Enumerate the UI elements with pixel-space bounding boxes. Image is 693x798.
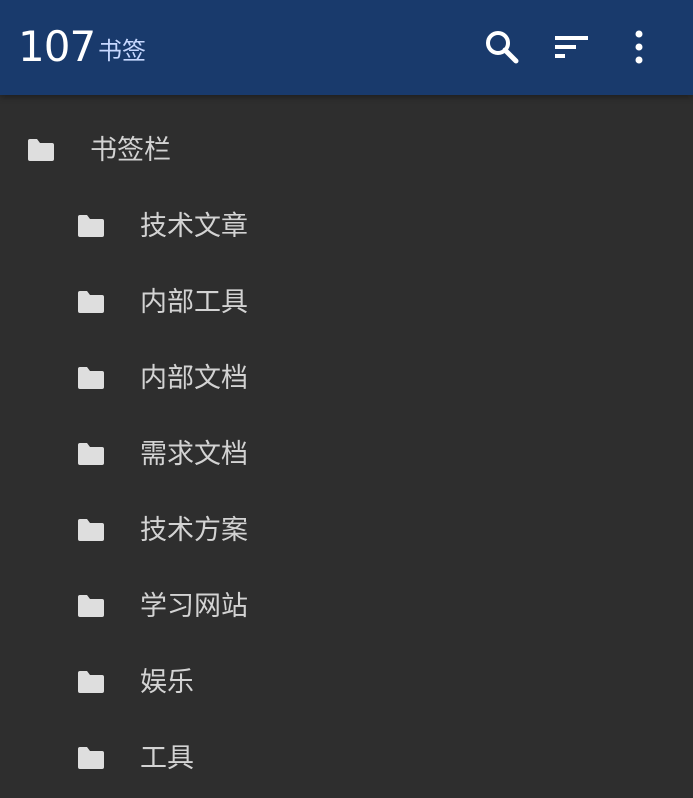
folder-row[interactable]: 工具 (0, 721, 693, 797)
search-button[interactable] (477, 22, 527, 72)
folder-row-bookmarks-bar[interactable]: 书签栏 (0, 113, 693, 189)
folder-icon (78, 367, 104, 389)
page-title: 书签 (98, 37, 146, 65)
folder-label: 学习网站 (140, 591, 248, 622)
folder-icon (78, 443, 104, 465)
more-vertical-icon (635, 30, 643, 64)
folder-row[interactable]: 内部工具 (0, 265, 693, 341)
app-bar: 107 书签 (0, 0, 693, 95)
folder-row[interactable]: 技术文章 (0, 189, 693, 265)
bookmark-folder-list: 书签栏 技术文章 内部工具 内部文档 需求文档 技术方案 学习网站 娱乐 工具 (0, 95, 693, 798)
folder-row[interactable]: 需求文档 (0, 417, 693, 493)
folder-label: 内部文档 (140, 363, 248, 394)
more-options-button[interactable] (614, 22, 664, 72)
folder-label: 内部工具 (140, 287, 248, 318)
folder-icon (78, 291, 104, 313)
sort-button[interactable] (546, 22, 596, 72)
folder-icon (28, 139, 54, 161)
folder-label: 技术文章 (140, 211, 248, 242)
folder-label: 娱乐 (140, 667, 194, 698)
search-icon (486, 31, 519, 64)
folder-icon (78, 215, 104, 237)
sort-icon (555, 36, 588, 58)
folder-row[interactable]: 学习网站 (0, 569, 693, 645)
folder-icon (78, 519, 104, 541)
bookmarks-screen: 107 书签 书签栏 技术文章 内部工具 内部文档 需求文档 技术方案 学习网站… (0, 0, 693, 798)
folder-label: 工具 (140, 743, 194, 774)
folder-icon (78, 747, 104, 769)
folder-row[interactable]: 娱乐 (0, 645, 693, 721)
folder-label: 书签栏 (90, 135, 171, 166)
folder-label: 需求文档 (140, 439, 248, 470)
folder-icon (78, 671, 104, 693)
folder-icon (78, 595, 104, 617)
bookmark-count: 107 (18, 22, 96, 71)
folder-label: 技术方案 (140, 515, 248, 546)
folder-row[interactable]: 内部文档 (0, 341, 693, 417)
folder-row[interactable]: 技术方案 (0, 493, 693, 569)
